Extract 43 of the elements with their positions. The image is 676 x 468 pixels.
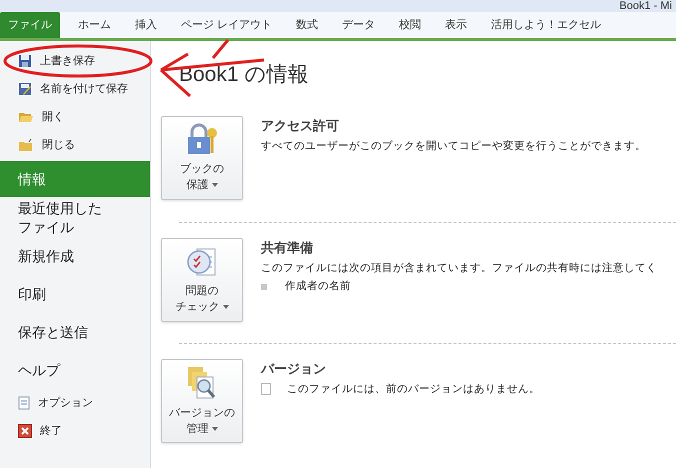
dropdown-caret-icon [212, 427, 218, 431]
document-icon [18, 396, 30, 410]
section-description: すべてのユーザーがこのブックを開いてコピーや変更を行うことができます。 [261, 138, 646, 154]
ribbon-tab[interactable]: 数式 [284, 12, 330, 38]
ribbon-tab[interactable]: ファイル [0, 12, 60, 38]
sidebar-command[interactable]: 終了 [0, 417, 150, 445]
sidebar-command[interactable]: 名前を付けて保存 [0, 75, 150, 103]
ribbon-tab[interactable]: 校閲 [387, 12, 434, 38]
open-folder-icon [18, 110, 34, 124]
document-icon [261, 383, 271, 396]
close-icon [18, 424, 32, 438]
sidebar-command[interactable]: オプション [0, 389, 150, 417]
ribbon-tab[interactable]: データ [330, 12, 388, 38]
sidebar-tab[interactable]: ヘルプ [0, 351, 150, 389]
info-action-button[interactable]: 問題の チェック [161, 238, 243, 322]
section-title: 共有準備 [261, 239, 314, 257]
sidebar-tab[interactable]: 印刷 [0, 275, 150, 313]
ribbon-tab[interactable]: 表示 [433, 12, 480, 38]
sidebar-tab[interactable]: 保存と送信 [0, 313, 150, 351]
bullet-icon [261, 284, 267, 290]
ribbon-tab[interactable]: ホーム [66, 12, 123, 38]
ribbon-tab[interactable]: 活用しよう！エクセル [479, 12, 614, 38]
sidebar-tab[interactable]: 情報 [0, 161, 150, 197]
section-description: このファイルには次の項目が含まれています。ファイルの共有時には注意してく [261, 260, 657, 276]
bullet-text: 作成者の名前 [285, 279, 351, 294]
dropdown-caret-icon [222, 305, 228, 309]
section-title: アクセス許可 [261, 117, 340, 135]
sidebar-command[interactable]: 開く [0, 103, 150, 131]
padlock-key-icon [185, 123, 219, 157]
sidebar-command[interactable]: 閉じる [0, 131, 150, 159]
sidebar-tab[interactable]: 最近使用したファイル [0, 199, 150, 237]
ribbon-tab[interactable]: 挿入 [123, 12, 169, 38]
folder-icon [18, 138, 34, 152]
window-title: Book1 - Mi [619, 0, 672, 12]
section-title: バージョン [261, 360, 327, 378]
info-action-button[interactable]: ブックの 保護 [161, 116, 243, 200]
version-note: このファイルには、前のバージョンはありません。 [287, 382, 540, 396]
floppy-pencil-icon [18, 82, 32, 96]
sidebar-tab[interactable]: 新規作成 [0, 237, 150, 275]
info-action-button[interactable]: バージョンの 管理 [161, 359, 243, 443]
ribbon-tab[interactable]: ページ レイアウト [169, 12, 284, 38]
dropdown-caret-icon [212, 183, 218, 187]
sidebar-command[interactable]: 上書き保存 [0, 47, 150, 75]
